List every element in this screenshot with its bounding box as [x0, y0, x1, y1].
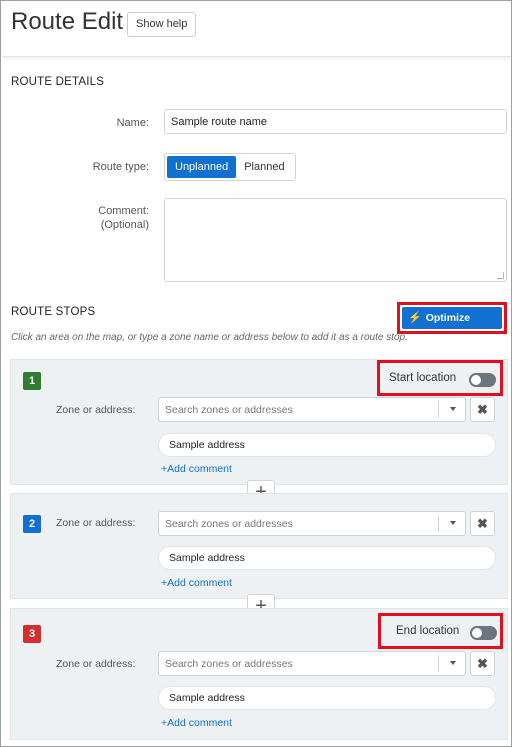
- stops-hint: Click an area on the map, or type a zone…: [11, 332, 408, 343]
- remove-stop-button[interactable]: ✖: [470, 511, 495, 536]
- address-pill[interactable]: Sample address: [158, 686, 496, 710]
- dropdown-separator: [438, 655, 439, 672]
- route-type-planned[interactable]: Planned: [236, 156, 292, 178]
- zone-search-input[interactable]: Search zones or addresses: [158, 397, 466, 422]
- stop-number-badge: 3: [23, 625, 41, 643]
- add-comment-link[interactable]: +Add comment: [161, 577, 232, 589]
- resize-grip-icon[interactable]: [497, 272, 504, 279]
- remove-stop-button[interactable]: ✖: [470, 651, 495, 676]
- zone-placeholder: Search zones or addresses: [165, 404, 293, 416]
- chevron-down-icon[interactable]: [450, 521, 456, 525]
- end-location-switch[interactable]: [470, 626, 497, 640]
- optimize-route-button[interactable]: ⚡ Optimize Route: [402, 307, 502, 346]
- route-stop-2: 2 Zone or address: Search zones or addre…: [10, 493, 508, 599]
- zone-label: Zone or address:: [56, 404, 136, 416]
- route-name-input[interactable]: [164, 109, 507, 134]
- route-type-unplanned[interactable]: Unplanned: [167, 156, 237, 178]
- zone-search-input[interactable]: Search zones or addresses: [158, 651, 466, 676]
- end-location-highlight: End location: [378, 613, 503, 649]
- route-stop-3: 3 End location Zone or address: Search z…: [10, 608, 508, 740]
- comment-label: Comment:: [98, 205, 149, 217]
- comment-optional-label: (Optional): [100, 219, 149, 231]
- start-location-switch[interactable]: [469, 373, 496, 387]
- stop-number-badge: 1: [23, 372, 41, 390]
- chevron-down-icon[interactable]: [450, 407, 456, 411]
- remove-stop-button[interactable]: ✖: [470, 397, 495, 422]
- page-header: Route Edit Show help: [2, 2, 511, 57]
- add-comment-link[interactable]: +Add comment: [161, 463, 232, 475]
- route-stop-1: 1 Start location Zone or address: Search…: [10, 359, 508, 485]
- route-type-label: Route type:: [92, 161, 149, 173]
- address-pill[interactable]: Sample address: [158, 433, 496, 457]
- close-icon: ✖: [477, 402, 488, 417]
- zone-placeholder: Search zones or addresses: [165, 518, 293, 530]
- address-pill[interactable]: Sample address: [158, 546, 496, 570]
- start-location-highlight: Start location: [377, 360, 503, 396]
- route-stops-title: ROUTE STOPS: [11, 306, 96, 318]
- dropdown-separator: [438, 515, 439, 532]
- page-title: Route Edit: [11, 8, 124, 35]
- show-help-button[interactable]: Show help: [127, 12, 197, 37]
- route-type-toggle: Unplanned Planned: [164, 153, 296, 181]
- zone-search-input[interactable]: Search zones or addresses: [158, 511, 466, 536]
- route-details-title: ROUTE DETAILS: [11, 76, 105, 88]
- comment-textarea[interactable]: [164, 198, 507, 282]
- zone-placeholder: Search zones or addresses: [165, 658, 293, 670]
- dropdown-separator: [438, 401, 439, 418]
- start-location-label: Start location: [389, 372, 457, 384]
- route-edit-window: Route Edit Show help ROUTE DETAILS Name:…: [0, 0, 512, 747]
- zone-label: Zone or address:: [56, 517, 136, 529]
- add-comment-link[interactable]: +Add comment: [161, 717, 232, 729]
- optimize-highlight: ⚡ Optimize Route: [397, 302, 507, 346]
- end-location-label: End location: [396, 625, 460, 637]
- stop-number-badge: 2: [23, 515, 41, 533]
- lightning-icon: ⚡: [408, 312, 422, 324]
- close-icon: ✖: [477, 656, 488, 671]
- close-icon: ✖: [477, 516, 488, 531]
- zone-label: Zone or address:: [56, 658, 136, 670]
- name-label: Name:: [116, 117, 149, 129]
- chevron-down-icon[interactable]: [450, 661, 456, 665]
